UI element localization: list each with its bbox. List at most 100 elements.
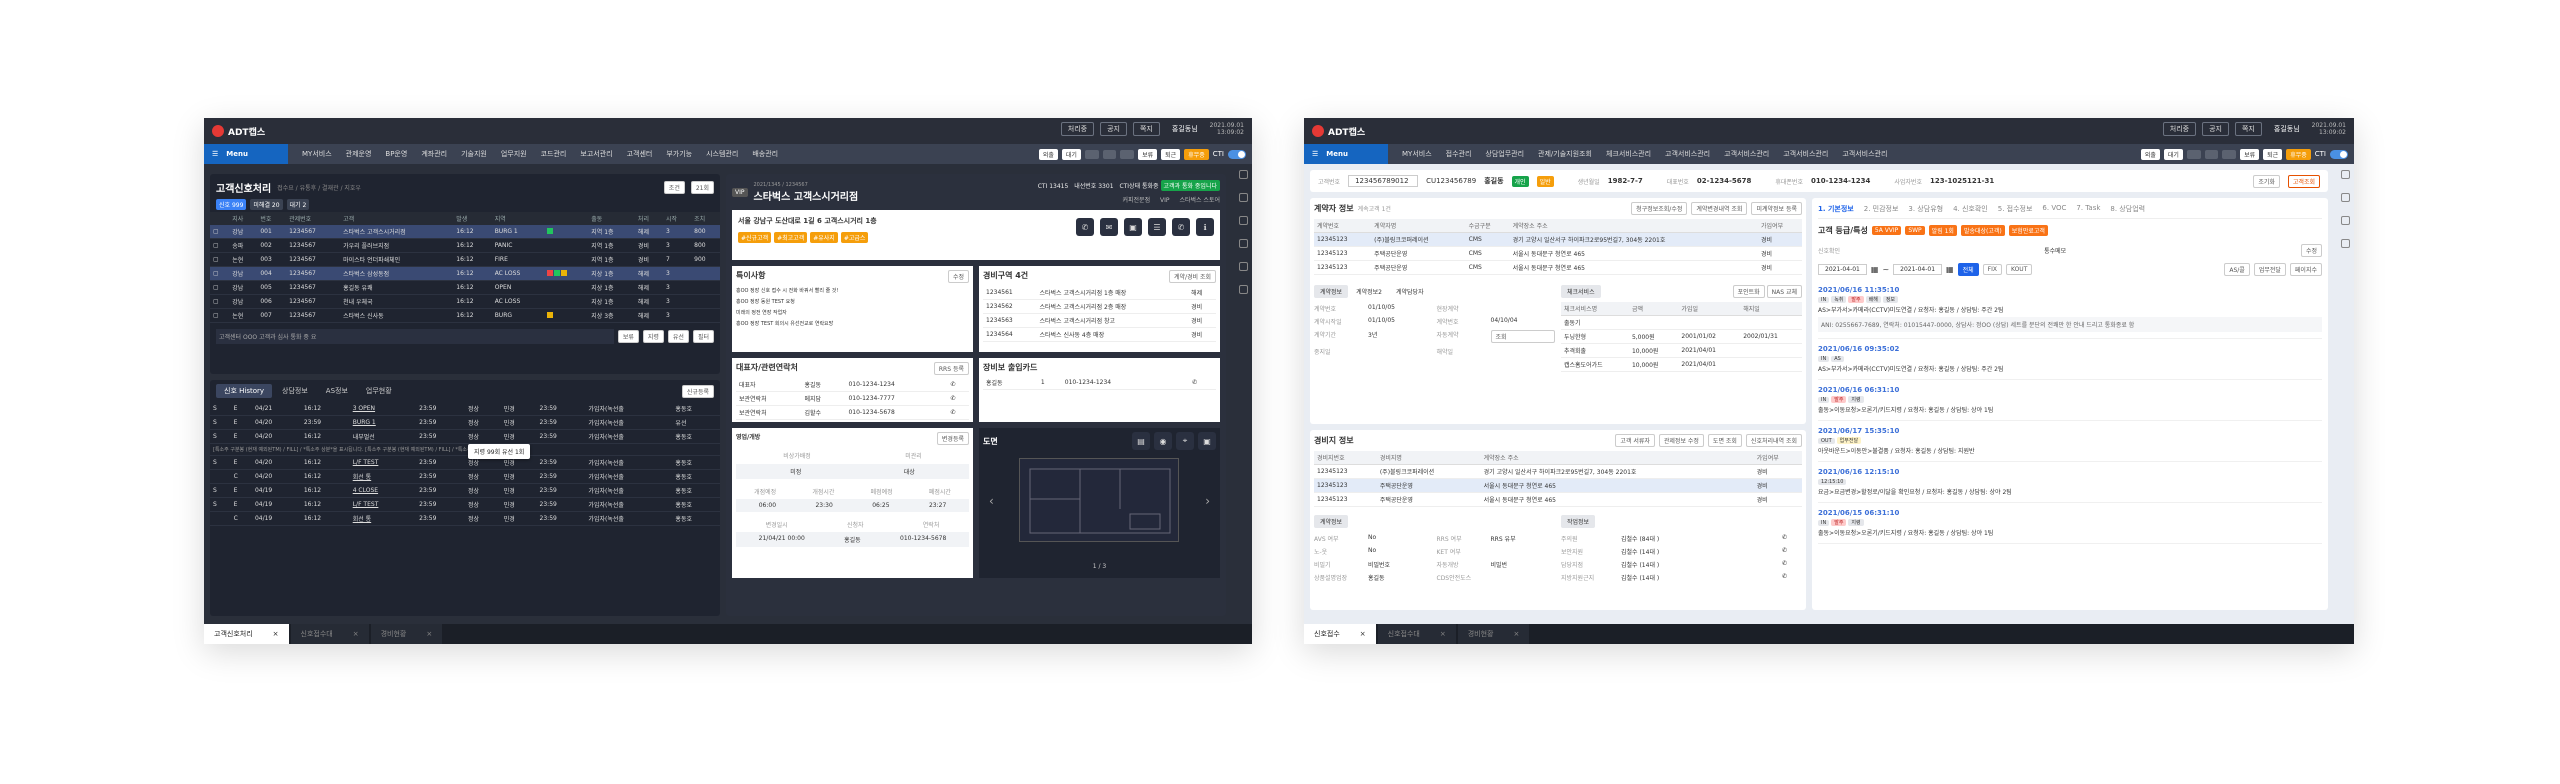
timeline-item[interactable]: 2021/06/16 06:31:10 IN 발주 지령 출동>이동요청>오론기/키… <box>1818 380 2322 421</box>
tab-sensitive[interactable]: 2. 민감정보 <box>1864 204 1899 214</box>
close-icon[interactable]: × <box>1360 630 1366 638</box>
hold-button[interactable]: 보류 <box>617 330 639 343</box>
table-row[interactable]: ▢ 강남 004 1234567 스타벅스 삼성동점 16:12 AC LOSS 지상 1층 해… <box>210 266 720 281</box>
nas-button[interactable]: NAS 교체 <box>1766 285 1802 298</box>
phone-icon[interactable]: ✆ <box>1782 547 1802 556</box>
tab-consult[interactable]: 상담정보 <box>274 384 316 398</box>
reset-button[interactable]: 조기화 <box>2253 174 2280 188</box>
prev-icon[interactable]: ‹ <box>989 494 994 508</box>
customer-lookup-button[interactable]: 고객조회 <box>2287 174 2320 188</box>
menu-item[interactable]: 기술지원 <box>461 149 487 159</box>
menu-item[interactable]: 코드관리 <box>541 149 567 159</box>
status-leave[interactable]: 퇴근 <box>2263 148 2283 160</box>
bottom-tab[interactable]: 신호접수대 × <box>290 624 369 644</box>
menu-item[interactable]: 고객서비스관리 <box>1665 149 1710 159</box>
tool-icon[interactable] <box>1238 262 1248 271</box>
menu-button[interactable]: ☰ Menu <box>1304 144 1388 164</box>
menu-item[interactable]: 관제/기술지원조회 <box>1538 149 1592 159</box>
table-row[interactable]: 12345123 주택공단운영 서울시 동대문구 청연로 465 경비 <box>1314 492 1802 507</box>
user-name[interactable]: 홍길동님 <box>2274 124 2300 134</box>
phone-icon[interactable]: ✆ <box>1782 573 1802 582</box>
tab-guard-work[interactable]: 작업정보 <box>1561 515 1596 528</box>
phone-icon[interactable]: ✆ <box>947 391 969 406</box>
page-count-button[interactable]: 페이지수 <box>2289 263 2322 276</box>
toggle-signal[interactable]: 신호 999 <box>216 199 247 210</box>
status-blank[interactable] <box>2204 149 2219 159</box>
tab-check-service[interactable]: 체크서비스 <box>1561 285 1601 298</box>
timeline-item[interactable]: 2021/06/16 12:15:10 12:15:10 요금>요금변경>할정로… <box>1818 462 2322 503</box>
tab-history[interactable]: 8. 상담업력 <box>2110 204 2145 214</box>
status-rest[interactable]: 휴무중 <box>1184 148 1209 160</box>
header-btn-message[interactable]: 쪽지 <box>1132 122 1160 136</box>
cti-toggle[interactable] <box>2330 149 2348 159</box>
guard-btn[interactable]: 도면 조회 <box>1707 434 1742 447</box>
table-row[interactable]: ▢ 논현 007 1234567 스타벅스 신사동 16:12 BURG 지상 3층 해제 3 <box>210 308 720 323</box>
tool-icon[interactable] <box>2340 239 2350 248</box>
table-row[interactable]: 출동기 <box>1561 315 1802 330</box>
contract-btn[interactable]: 계약변경내역 조회 <box>1691 202 1748 215</box>
contract-lookup-button[interactable]: 계약/경비 조회 <box>1168 270 1216 283</box>
phone-icon[interactable]: ✆ <box>1076 218 1094 236</box>
status-out[interactable]: 외출 <box>2140 148 2160 160</box>
table-row[interactable]: C 04/20 16:12 회선 통 23:59 정상 민경 23:59 가입자(녹선출 홍동호 <box>210 469 720 484</box>
menu-item[interactable]: 상담업무관리 <box>1485 149 1524 159</box>
tab-as[interactable]: AS정보 <box>318 384 356 398</box>
video-icon[interactable]: ▣ <box>1124 218 1142 236</box>
status-blank[interactable] <box>2222 149 2237 159</box>
timeline-item[interactable]: 2021/06/17 15:35:10 OUT 업무전달 아웃바운드>이동안>불결… <box>1818 421 2322 462</box>
cti-toggle[interactable] <box>1228 149 1246 159</box>
tool-icon[interactable] <box>1238 239 1248 248</box>
phone-icon[interactable]: ✆ <box>1782 560 1802 569</box>
table-row[interactable]: 대표자 홍길동 010-1234-1234 ✆ <box>736 378 969 392</box>
status-hold[interactable]: 보류 <box>2240 148 2260 160</box>
tab-basic[interactable]: 1. 기본정보 <box>1818 204 1854 214</box>
status-blank[interactable] <box>1084 149 1099 159</box>
tab-receipt[interactable]: 5. 접수정보 <box>1998 204 2033 214</box>
calendar-icon[interactable]: ▦ <box>1871 265 1879 274</box>
status-leave[interactable]: 퇴근 <box>1161 148 1181 160</box>
status-wait[interactable]: 대기 <box>2163 148 2183 160</box>
close-icon[interactable]: × <box>353 630 359 638</box>
tab-voc[interactable]: 6. VOC <box>2042 204 2066 214</box>
tab-contract-manager[interactable]: 계약담당자 <box>1390 285 1430 298</box>
date-to-input[interactable]: 2021-04-01 <box>1893 264 1943 275</box>
tab-work[interactable]: 업무현황 <box>358 384 400 398</box>
location-icon[interactable]: ⌖ <box>1176 432 1194 450</box>
table-row[interactable]: 12345123 주택공단운영 CMS 서울시 동대문구 청연로 465 경비 <box>1314 260 1802 275</box>
tool-icon[interactable] <box>2340 170 2350 179</box>
phone-icon[interactable]: ✆ <box>947 405 969 420</box>
rrs-register-button[interactable]: RRS 등록 <box>933 362 969 375</box>
table-row[interactable]: 12345123 주택공단운영 CMS 서울시 동대문구 청연로 465 경비 <box>1314 246 1802 261</box>
mobile-icon[interactable]: ✆ <box>1172 218 1190 236</box>
refresh-button[interactable]: 21회 <box>690 181 714 194</box>
table-row[interactable]: ▢ 논현 003 1234567 마이스타 언더파쇄체인 16:12 FIRE 지역 1층 경비… <box>210 252 720 267</box>
guard-btn[interactable]: 관제정보 수정 <box>1658 434 1704 447</box>
tab-contract-info[interactable]: 계약정보 <box>1314 285 1349 298</box>
table-row[interactable]: S E 04/20 16:12 내부멀선 23:59 정상 민경 23:59 가입자(녹선출 홍동호 <box>210 429 720 444</box>
contract-btn[interactable]: 청구정보조회/수정 <box>1631 202 1688 215</box>
tab-guard-contract[interactable]: 계약정보 <box>1314 515 1349 528</box>
header-btn-processing[interactable]: 처리중 <box>2162 122 2197 136</box>
customer-number-input[interactable]: 123456789012 <box>1348 175 1419 187</box>
floor-plan-image[interactable] <box>1019 458 1179 542</box>
close-icon[interactable]: × <box>1440 630 1446 638</box>
edit-button[interactable]: 수정 <box>2300 244 2322 257</box>
close-icon[interactable]: × <box>1513 630 1519 638</box>
image-icon[interactable]: ▣ <box>1198 432 1216 450</box>
tool-icon[interactable] <box>1238 216 1248 225</box>
menu-item[interactable]: 보고서관리 <box>580 149 612 159</box>
menu-item[interactable]: 계좌관리 <box>421 149 447 159</box>
work-transfer-button[interactable]: 업무전달 <box>2253 263 2286 276</box>
status-wait[interactable]: 대기 <box>1061 148 1081 160</box>
toggle-unresolved[interactable]: 미해결 20 <box>250 199 283 210</box>
table-row[interactable]: 12345123 (주)블링크코퍼레이션 경기 고양시 일산서구 하이파크2로95번… <box>1314 464 1802 479</box>
table-row[interactable]: S E 04/21 16:12 3 OPEN 23:59 정상 민경 23:59 가입자(녹선출 홍… <box>210 402 720 416</box>
lookup-button[interactable]: 조회 <box>1490 330 1555 343</box>
table-row[interactable]: 추격회출 10,000원 2021/04/01 <box>1561 343 1802 358</box>
tool-icon[interactable] <box>1238 285 1248 294</box>
tab-signal-check[interactable]: 4. 신호확인 <box>1953 204 1988 214</box>
phone-icon[interactable]: ✆ <box>1782 534 1802 543</box>
table-row[interactable]: 12345123 (주)블링크코퍼레이션 CMS 경기 고양시 일산서구 하이파크2로… <box>1314 232 1802 247</box>
header-btn-notice[interactable]: 공지 <box>1100 122 1127 136</box>
status-hold[interactable]: 보류 <box>1138 148 1158 160</box>
